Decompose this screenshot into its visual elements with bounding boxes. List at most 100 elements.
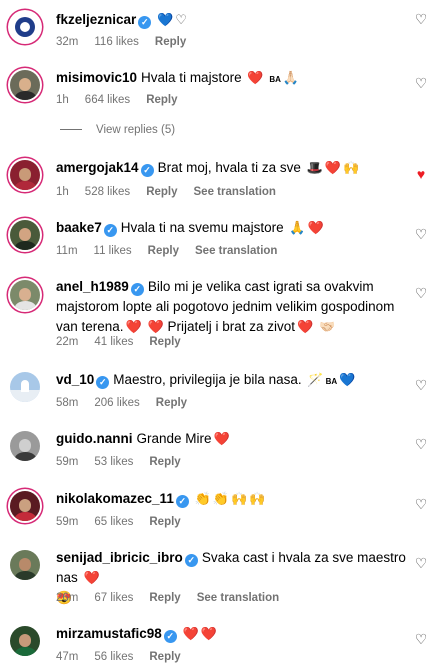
likes-count[interactable]: 67 likes	[94, 592, 133, 604]
timestamp: 1h	[56, 94, 69, 106]
reply-button[interactable]: Reply	[149, 651, 180, 663]
like-heart-icon[interactable]: ♡	[414, 632, 428, 646]
username[interactable]: mirzamustafic98	[56, 626, 162, 641]
like-heart-icon[interactable]: ♡	[414, 497, 428, 511]
username[interactable]: baake7	[56, 220, 102, 235]
comment-text: baake7 ✓ Hvala ti na svemu majstore 🙏 ❤️	[56, 218, 412, 238]
verified-badge-icon: ✓	[96, 376, 110, 389]
comment-text: guido.nanni Grande Mire ❤️	[56, 429, 412, 449]
like-heart-icon[interactable]: ♡	[414, 437, 428, 451]
clapping-hands-emoji: 👏	[212, 491, 229, 506]
like-heart-icon[interactable]: ♡	[414, 12, 428, 26]
username[interactable]: senijad_ibricic_ibro	[56, 550, 183, 565]
reply-button[interactable]: Reply	[156, 397, 187, 409]
avatar[interactable]	[10, 372, 40, 402]
red-heart-emoji: ❤️	[307, 220, 324, 235]
likes-count[interactable]: 41 likes	[94, 336, 133, 348]
ba-flag-label: BA	[325, 377, 338, 386]
likes-count[interactable]: 664 likes	[85, 94, 130, 106]
praying-hands-emoji: 🙏🏻	[282, 70, 300, 85]
verified-badge-icon: ✓	[175, 495, 189, 508]
view-replies-button[interactable]: View replies (5)	[60, 124, 175, 136]
username[interactable]: guido.nanni	[56, 431, 133, 446]
avatar[interactable]	[10, 626, 40, 656]
reply-button[interactable]: Reply	[149, 592, 180, 604]
avatar[interactable]	[10, 70, 40, 100]
see-translation-button[interactable]: See translation	[195, 245, 277, 257]
red-heart-emoji: ❤️	[83, 570, 100, 585]
avatar[interactable]	[10, 280, 40, 310]
comment-meta: 11m 11 likes Reply See translation	[56, 243, 293, 259]
comment-text: fkzeljeznicar ✓ 💙 ♡	[56, 10, 412, 30]
red-heart-emoji: ❤️	[247, 70, 264, 85]
top-hat-emoji: 🎩	[306, 160, 323, 175]
username[interactable]: amergojak14	[56, 160, 139, 175]
likes-count[interactable]: 56 likes	[94, 651, 133, 663]
timestamp: 1h	[56, 186, 69, 198]
comment-meta: 22m 41 likes Reply	[56, 334, 197, 350]
red-heart-emoji: ❤️	[125, 319, 142, 334]
comment-body: Maestro, privilegija je bila nasa.	[113, 372, 302, 387]
reply-button[interactable]: Reply	[149, 336, 180, 348]
username[interactable]: nikolakomazec_11	[56, 491, 174, 506]
username[interactable]: anel_h1989	[56, 279, 129, 294]
avatar[interactable]	[10, 431, 40, 461]
raised-hands-emoji: 🙌	[230, 491, 248, 506]
timestamp: 58m	[56, 397, 79, 409]
comment-text: vd_10 ✓ Maestro, privilegija je bila nasa.…	[56, 370, 412, 392]
comment-meta: 59m 65 likes Reply	[56, 514, 197, 530]
raised-hands-emoji: 🙌	[343, 160, 360, 175]
clapping-hands-emoji: 👏	[194, 491, 211, 506]
reply-button[interactable]: Reply	[148, 245, 179, 257]
avatar[interactable]	[10, 491, 40, 521]
blue-heart-emoji: 💙	[157, 12, 174, 27]
reply-button[interactable]: Reply	[149, 516, 180, 528]
likes-count[interactable]: 11 likes	[94, 245, 132, 257]
likes-count[interactable]: 116 likes	[94, 36, 139, 48]
timestamp: 47m	[56, 651, 79, 663]
username[interactable]: vd_10	[56, 372, 94, 387]
comment-text: mirzamustafic98 ✓ ❤️ ❤️	[56, 624, 412, 644]
view-replies-label: View replies (5)	[96, 124, 176, 136]
avatar[interactable]	[10, 12, 40, 42]
like-heart-icon[interactable]: ♡	[414, 378, 428, 392]
reply-button[interactable]: Reply	[155, 36, 186, 48]
comment-body-continued: Prijatelj i brat za zivot	[167, 319, 295, 334]
comment-body: Grande Mire	[136, 431, 212, 446]
praying-hands-emoji: 🙏	[289, 220, 306, 235]
like-heart-icon[interactable]: ♡	[414, 76, 428, 90]
verified-badge-icon: ✓	[163, 630, 177, 643]
like-heart-icon[interactable]: ♡	[414, 556, 428, 570]
like-heart-icon[interactable]: ♡	[414, 286, 428, 300]
comment-body: Hvala ti na svemu majstore	[120, 220, 284, 235]
see-translation-button[interactable]: See translation	[197, 592, 279, 604]
magic-wand-emoji: 🪄	[307, 372, 324, 387]
reply-button[interactable]: Reply	[149, 456, 180, 468]
likes-count[interactable]: 206 likes	[94, 397, 139, 409]
reply-button[interactable]: Reply	[146, 94, 177, 106]
likes-count[interactable]: 528 likes	[85, 186, 130, 198]
see-translation-button[interactable]: See translation	[194, 186, 276, 198]
username[interactable]: fkzeljeznicar	[56, 12, 136, 27]
timestamp: 59m	[56, 516, 79, 528]
verified-badge-icon: ✓	[140, 164, 154, 177]
blue-heart-emoji: 💙	[339, 372, 356, 387]
reply-button[interactable]: Reply	[146, 186, 177, 198]
avatar[interactable]	[10, 160, 40, 190]
like-heart-icon[interactable]: ♡	[414, 227, 428, 241]
like-heart-icon[interactable]: ♥	[414, 167, 428, 181]
comment-body: Brat moj, hvala ti za sve	[157, 160, 301, 175]
reply-divider	[60, 129, 82, 131]
timestamp: 59m	[56, 456, 79, 468]
avatar[interactable]	[10, 550, 40, 580]
likes-count[interactable]: 53 likes	[94, 456, 133, 468]
red-heart-emoji: ❤️	[213, 431, 230, 446]
likes-count[interactable]: 65 likes	[94, 516, 133, 528]
comment-text: anel_h1989 ✓ Bilo mi je velika cast igrati…	[56, 277, 406, 337]
red-heart-emoji: ❤️	[200, 626, 217, 641]
avatar[interactable]	[10, 220, 40, 250]
username[interactable]: misimovic10	[56, 70, 137, 85]
comment-meta: 59m 53 likes Reply	[56, 454, 197, 470]
comment-text: misimovic10 Hvala ti majstore ❤️ BA 🙏🏻	[56, 68, 412, 90]
verified-badge-icon: ✓	[138, 16, 152, 29]
